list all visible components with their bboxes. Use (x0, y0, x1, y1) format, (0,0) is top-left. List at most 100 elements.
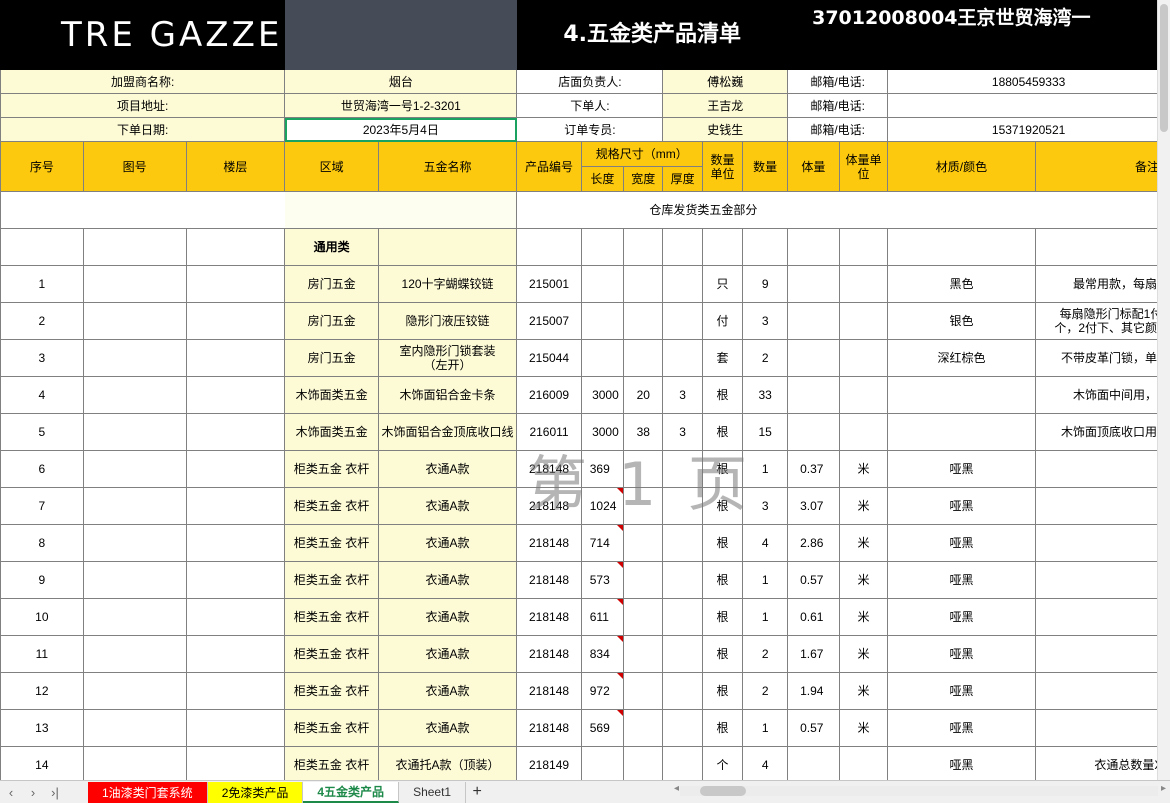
cell-length[interactable]: 714 (580, 524, 625, 562)
cell-length[interactable]: 369 (580, 450, 625, 488)
cell-drawing[interactable] (82, 598, 187, 636)
cell-length[interactable] (580, 302, 625, 340)
specialist-label[interactable]: 订单专员: (516, 117, 664, 142)
cell-length[interactable]: 3000 (580, 376, 625, 414)
cell-volume[interactable]: 3.07 (787, 487, 840, 525)
cell-drawing[interactable] (82, 376, 187, 414)
orderer-value[interactable]: 王吉龙 (662, 93, 789, 118)
cell-width[interactable] (623, 672, 664, 710)
cell-thickness[interactable]: 3 (662, 413, 703, 451)
cell-area[interactable]: 柜类五金 衣杆 (284, 561, 379, 599)
cell-length[interactable]: 569 (580, 709, 625, 747)
cell-material[interactable]: 哑黑 (887, 487, 1036, 525)
cell-material[interactable]: 哑黑 (887, 672, 1036, 710)
col-volume[interactable]: 体量 (787, 141, 840, 192)
sheet-tab-1[interactable]: 1油漆类门套系统 (88, 781, 208, 803)
cell-seq[interactable]: 10 (0, 598, 84, 636)
cell-length[interactable] (580, 339, 625, 377)
cell-unit[interactable]: 根 (701, 635, 744, 673)
cell[interactable] (887, 228, 1036, 266)
cell-volume[interactable] (787, 302, 840, 340)
cell-remark[interactable]: 木饰面中间用，拼 (1034, 376, 1170, 414)
tab-prev-icon[interactable]: ‹ (0, 781, 22, 803)
section-blank-left[interactable] (0, 191, 286, 229)
cell-code[interactable]: 218148 (516, 561, 582, 599)
cell-code[interactable]: 215001 (516, 265, 582, 303)
cell-name[interactable]: 衣通A款 (377, 561, 518, 599)
cell-floor[interactable] (185, 672, 286, 710)
cell-drawing[interactable] (82, 746, 187, 780)
store-manager-label[interactable]: 店面负责人: (516, 69, 664, 94)
cell-qty[interactable]: 4 (742, 746, 789, 780)
cell-width[interactable] (623, 265, 664, 303)
cell-drawing[interactable] (82, 672, 187, 710)
horizontal-scroll-track[interactable] (680, 786, 1158, 796)
cell-width[interactable] (623, 487, 664, 525)
cell-material[interactable] (887, 376, 1036, 414)
col-drawing[interactable]: 图号 (82, 141, 187, 192)
date-label[interactable]: 下单日期: (0, 117, 286, 142)
category-label[interactable]: 通用类 (284, 228, 379, 266)
cell-vunit[interactable] (838, 339, 889, 377)
cell-vunit[interactable] (838, 265, 889, 303)
cell-volume[interactable]: 0.61 (787, 598, 840, 636)
cell-unit[interactable]: 根 (701, 709, 744, 747)
cell-qty[interactable]: 1 (742, 561, 789, 599)
horizontal-scroll-thumb[interactable] (700, 786, 746, 796)
cell[interactable] (516, 228, 582, 266)
cell-floor[interactable] (185, 635, 286, 673)
franchisee-value[interactable]: 烟台 (284, 69, 518, 94)
cell-thickness[interactable] (662, 746, 703, 780)
franchisee-label[interactable]: 加盟商名称: (0, 69, 286, 94)
cell-length[interactable]: 834 (580, 635, 625, 673)
cell-name[interactable]: 衣通托A款（顶装） (377, 746, 518, 780)
cell-code[interactable]: 218148 (516, 635, 582, 673)
cell-code[interactable]: 215007 (516, 302, 582, 340)
cell-qty[interactable]: 2 (742, 635, 789, 673)
cell-floor[interactable] (185, 302, 286, 340)
cell-name[interactable]: 衣通A款 (377, 635, 518, 673)
cell-unit[interactable]: 只 (701, 265, 744, 303)
scroll-right-icon[interactable]: ▸ (1161, 783, 1166, 794)
cell-volume[interactable]: 0.57 (787, 709, 840, 747)
cell-code[interactable]: 216009 (516, 376, 582, 414)
contact2-label[interactable]: 邮箱/电话: (787, 93, 889, 118)
cell-volume[interactable] (787, 746, 840, 780)
logo-background-cell[interactable] (284, 0, 518, 70)
section-blank-yellow[interactable] (284, 191, 518, 229)
cell-length[interactable]: 3000 (580, 413, 625, 451)
cell-name[interactable]: 衣通A款 (377, 598, 518, 636)
cell-qty[interactable]: 1 (742, 709, 789, 747)
contact1-label[interactable]: 邮箱/电话: (787, 69, 889, 94)
cell-code[interactable]: 218148 (516, 524, 582, 562)
cell-area[interactable]: 房门五金 (284, 265, 379, 303)
tab-next-icon[interactable]: › (22, 781, 44, 803)
cell-code[interactable]: 218149 (516, 746, 582, 780)
cell-seq[interactable]: 14 (0, 746, 84, 780)
cell-vunit[interactable] (838, 302, 889, 340)
cell-qty[interactable]: 15 (742, 413, 789, 451)
cell-vunit[interactable]: 米 (838, 487, 889, 525)
cell-volume[interactable]: 1.94 (787, 672, 840, 710)
cell-vunit[interactable]: 米 (838, 635, 889, 673)
cell-drawing[interactable] (82, 450, 187, 488)
cell-seq[interactable]: 9 (0, 561, 84, 599)
cell-unit[interactable]: 根 (701, 450, 744, 488)
cell[interactable] (82, 228, 187, 266)
cell[interactable] (838, 228, 889, 266)
cell-unit[interactable]: 根 (701, 376, 744, 414)
col-volume-unit[interactable]: 体量单位 (838, 141, 889, 192)
col-remark[interactable]: 备注 (1034, 141, 1170, 192)
cell-qty[interactable]: 1 (742, 598, 789, 636)
col-name[interactable]: 五金名称 (377, 141, 518, 192)
cell-thickness[interactable] (662, 561, 703, 599)
cell-thickness[interactable] (662, 709, 703, 747)
cell-seq[interactable]: 6 (0, 450, 84, 488)
cell[interactable] (1034, 228, 1170, 266)
cell-name[interactable]: 衣通A款 (377, 450, 518, 488)
cell[interactable] (0, 228, 84, 266)
cell[interactable] (185, 228, 286, 266)
cell-unit[interactable]: 套 (701, 339, 744, 377)
cell-width[interactable] (623, 450, 664, 488)
cell-thickness[interactable] (662, 598, 703, 636)
